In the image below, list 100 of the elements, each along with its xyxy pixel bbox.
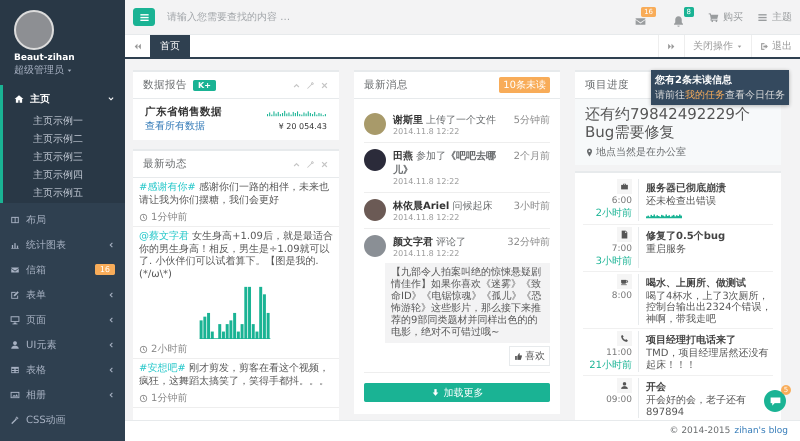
wrench-icon[interactable] (306, 160, 315, 168)
blog-link[interactable]: zihan's blog (734, 426, 788, 436)
avatar (364, 113, 386, 135)
menu-label: CSS动画 (26, 414, 67, 426)
menu-label: 页面 (26, 314, 47, 326)
card-title: 项目进度 (585, 78, 629, 92)
card-title: 最新消息 (364, 78, 408, 92)
event-text: 喝了4杯水，上了3次厕所，控制台输出出2324个错误，神啊，带我走吧 (646, 290, 772, 325)
profile-avatar (14, 10, 54, 50)
location-text: 地点当然是在办公室 (596, 146, 686, 159)
sidebar-menu-item[interactable]: 表单 (0, 282, 125, 307)
user-icon (10, 340, 20, 350)
top-link[interactable]: 主题 (757, 10, 792, 24)
event-title: 服务器已彻底崩溃 (646, 181, 727, 195)
event-text: 重启服务 (646, 244, 687, 255)
sidebar-menu-item[interactable]: 主页 (3, 85, 125, 113)
popup-text: 请前往我的任务查看今日任务 (655, 88, 785, 102)
menu-label: 信箱 (26, 264, 47, 276)
monitor-icon (10, 314, 20, 324)
close-icon[interactable] (320, 80, 329, 90)
menu-label: 表格 (26, 364, 47, 376)
event-time: 7:00 (612, 244, 632, 254)
sidebar-menu-item[interactable]: 页面 (0, 307, 125, 332)
event-title: 修复了0.5个bug (646, 230, 726, 242)
event-text: TMD，项目经理居然还没有起床！！！ (646, 348, 770, 371)
table-icon (10, 364, 20, 374)
like-button[interactable]: 喜欢 (509, 346, 550, 366)
clock-icon (139, 212, 148, 222)
submenu-item[interactable]: 主页示例五 (3, 185, 89, 203)
menu-label: 统计图表 (26, 238, 67, 252)
edit-icon (10, 290, 20, 300)
page-tab[interactable]: 首页 (150, 35, 190, 57)
user-role-dropdown[interactable]: 超级管理员 (14, 63, 73, 77)
popup-title: 您有2条未读信息 (655, 74, 733, 87)
search-field[interactable]: 请输入您需要查找的内容 … (165, 10, 389, 24)
sidebar-menu-item[interactable]: 信箱 16 (0, 257, 125, 282)
bell-icon (672, 14, 685, 28)
wrench-icon[interactable] (306, 80, 315, 90)
comment-quote: 【九部令人拍案叫绝的惊悚悬疑剧情佳作】如果你喜欢《迷雾》《致命ID》《电锯惊魂》《孤儿》《恐怖游轮》这些影片，那么接下来推荐的9部同类题材并同样出色的的电影，绝对不可错过哦~ (385, 263, 550, 343)
event-time: 8:00 (612, 290, 632, 300)
event-text: 开会好的会，老子还有897894 (646, 395, 747, 418)
menu-label: 相册 (26, 388, 47, 402)
avatar (364, 235, 386, 257)
menu-button[interactable] (133, 8, 155, 26)
bug-headline: 还有约79842492229个Bug需要修复 (585, 105, 751, 141)
post-text: @蔡文字君 女生身高+1.09后，就是最适合你的男生身高！相反，男生是÷1.09就可以了. 小伙伴们可以试着算下。【图是我的. (*/ω\*) (139, 231, 333, 281)
envelope-icon (10, 264, 20, 274)
caret-icon (66, 66, 73, 74)
user-name: Beaut-zihan (14, 53, 76, 63)
double-left-icon (133, 42, 142, 50)
submenu-item[interactable]: 主页示例二 (3, 131, 89, 149)
menu-label: 布局 (26, 214, 47, 226)
report-heading: 广东省销售数据 (145, 105, 222, 119)
event-title: 开会 (646, 380, 667, 394)
avatar (364, 149, 386, 171)
event-time-ago: 3小时前 (596, 254, 632, 268)
sidebar-menu-item[interactable]: 相册 (0, 382, 125, 407)
sales-amount: ¥ 20 054.43 (278, 122, 327, 131)
post-time: 1分钟前 (151, 210, 188, 224)
sidebar-menu-item[interactable]: UI元素 (0, 332, 125, 357)
sidebar-menu-item[interactable]: 布局 (0, 207, 125, 232)
sign-out-icon (760, 42, 769, 50)
top-link[interactable]: 购买 (708, 10, 743, 24)
close-icon[interactable] (320, 160, 329, 168)
event-title: 喝水、上厕所、做测试 (646, 276, 747, 290)
menu-label: UI元素 (26, 338, 58, 352)
post-time: 1分钟前 (151, 392, 188, 405)
menu-label: 主页 (30, 92, 51, 106)
event-text: 还未检查出错误 (646, 196, 717, 208)
message-text: 颜文字君 评论了 (393, 235, 466, 249)
message-text: 谢斯里 上传了一个文件 (393, 114, 496, 127)
briefcase-icon (617, 179, 632, 194)
coffee-cup-icon (617, 274, 632, 288)
sidebar-menu-item[interactable]: CSS动画 (0, 407, 125, 432)
picture-icon (10, 390, 20, 400)
unread-badge: 10条未读 (499, 77, 550, 93)
load-more-button[interactable]: 加载更多 (364, 383, 550, 402)
chat-icon (768, 394, 782, 408)
submenu-item[interactable]: 主页示例三 (3, 149, 89, 167)
message-text: 田燕 参加了《吧吧去哪儿》 (393, 150, 498, 177)
message-date: 2014.11.8 12:22 (393, 177, 460, 186)
arrow-down-icon (430, 388, 440, 397)
task-link[interactable]: 我的任务 (685, 90, 725, 101)
double-right-icon (667, 42, 676, 50)
count-badge: 16 (94, 264, 115, 275)
post-text: #感谢有你# 感谢你们一路的相伴，未来也请让我为你们摆糖，我们会更好 (139, 182, 330, 207)
message-time-ago: 32分钟前 (507, 236, 550, 249)
submenu-item[interactable]: 主页示例一 (3, 113, 89, 131)
copyright-text: © 2014-2015 (669, 426, 730, 436)
sidebar-menu-item[interactable]: 统计图表 (0, 232, 125, 257)
event-time-ago: 21小时前 (589, 358, 632, 372)
post-time: 2小时前 (151, 342, 188, 356)
clock-icon (139, 394, 148, 402)
file-icon (617, 226, 632, 242)
sidebar-menu-item[interactable]: 表格 (0, 357, 125, 382)
message-date: 2014.11.8 12:22 (393, 249, 460, 258)
submenu-item[interactable]: 主页示例四 (3, 167, 89, 185)
view-all-link[interactable]: 查看所有数据 (145, 121, 205, 132)
thumbs-up-icon (514, 352, 523, 360)
card-title: 最新动态 (143, 157, 187, 171)
